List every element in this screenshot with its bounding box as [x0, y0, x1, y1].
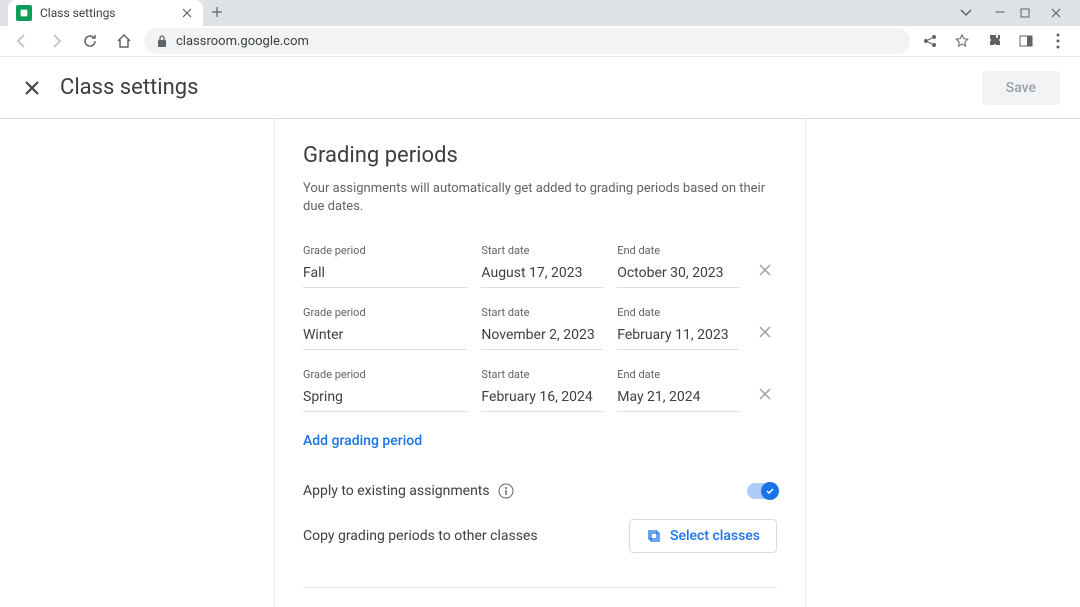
- grade-period-label: Grade period: [303, 368, 467, 381]
- page-title: Class settings: [60, 75, 198, 100]
- lock-icon: [156, 34, 168, 48]
- select-classes-label: Select classes: [670, 528, 760, 544]
- start-date-label: Start date: [481, 306, 603, 319]
- end-date-input[interactable]: [617, 385, 739, 412]
- settings-content: Grading periods Your assignments will au…: [274, 119, 806, 607]
- grade-period-label: Grade period: [303, 306, 467, 319]
- add-grading-period-link[interactable]: Add grading period: [303, 433, 422, 449]
- new-tab-button[interactable]: [203, 0, 231, 26]
- copy-periods-row: Copy grading periods to other classes Se…: [303, 509, 777, 563]
- end-date-label: End date: [617, 244, 739, 257]
- copy-icon: [646, 528, 662, 544]
- url-text: classroom.google.com: [176, 34, 309, 49]
- apply-existing-row: Apply to existing assignments: [303, 473, 777, 509]
- window-close-icon[interactable]: [1050, 7, 1070, 19]
- home-button[interactable]: [110, 27, 138, 55]
- apply-existing-label: Apply to existing assignments: [303, 483, 490, 499]
- browser-tab[interactable]: Class settings: [8, 0, 203, 26]
- back-button[interactable]: [8, 27, 36, 55]
- info-icon[interactable]: [498, 483, 514, 499]
- grading-periods-title: Grading periods: [303, 143, 777, 168]
- close-settings-button[interactable]: [20, 76, 44, 100]
- apply-existing-toggle[interactable]: [747, 483, 777, 499]
- remove-period-button[interactable]: [753, 382, 777, 406]
- grading-period-row: Grade period Start date End date: [303, 244, 777, 288]
- end-date-input[interactable]: [617, 323, 739, 350]
- start-date-input[interactable]: [481, 323, 603, 350]
- side-panel-icon[interactable]: [1012, 27, 1040, 55]
- start-date-label: Start date: [481, 244, 603, 257]
- grading-period-row: Grade period Start date End date: [303, 306, 777, 350]
- end-date-label: End date: [617, 368, 739, 381]
- select-classes-button[interactable]: Select classes: [629, 519, 777, 553]
- share-icon[interactable]: [916, 27, 944, 55]
- start-date-input[interactable]: [481, 261, 603, 288]
- page-header: Class settings Save: [0, 57, 1080, 119]
- remove-period-button[interactable]: [753, 258, 777, 282]
- browser-tab-strip: Class settings —: [0, 0, 1080, 26]
- start-date-input[interactable]: [481, 385, 603, 412]
- grade-period-name-input[interactable]: [303, 261, 467, 288]
- tab-close-icon[interactable]: [179, 5, 195, 21]
- tab-title: Class settings: [40, 6, 171, 20]
- content-scroll[interactable]: Grading periods Your assignments will au…: [0, 119, 1080, 607]
- end-date-label: End date: [617, 306, 739, 319]
- grade-period-name-input[interactable]: [303, 385, 467, 412]
- end-date-input[interactable]: [617, 261, 739, 288]
- grading-periods-description: Your assignments will automatically get …: [303, 180, 777, 216]
- grade-period-name-input[interactable]: [303, 323, 467, 350]
- browser-toolbar: classroom.google.com: [0, 26, 1080, 57]
- minimize-icon[interactable]: —: [990, 5, 1010, 21]
- window-controls: —: [960, 0, 1080, 26]
- forward-button[interactable]: [42, 27, 70, 55]
- reload-button[interactable]: [76, 27, 104, 55]
- chrome-menu-icon[interactable]: [1044, 27, 1072, 55]
- grade-period-label: Grade period: [303, 244, 467, 257]
- bookmark-icon[interactable]: [948, 27, 976, 55]
- address-bar[interactable]: classroom.google.com: [144, 28, 910, 54]
- grading-period-row: Grade period Start date End date: [303, 368, 777, 412]
- classroom-favicon: [16, 5, 32, 21]
- maximize-icon[interactable]: [1020, 8, 1040, 18]
- section-divider: [303, 587, 777, 588]
- start-date-label: Start date: [481, 368, 603, 381]
- copy-periods-label: Copy grading periods to other classes: [303, 528, 538, 544]
- tab-search-icon[interactable]: [960, 9, 980, 17]
- toggle-knob: [761, 482, 779, 500]
- extensions-icon[interactable]: [980, 27, 1008, 55]
- remove-period-button[interactable]: [753, 320, 777, 344]
- save-button[interactable]: Save: [982, 71, 1060, 105]
